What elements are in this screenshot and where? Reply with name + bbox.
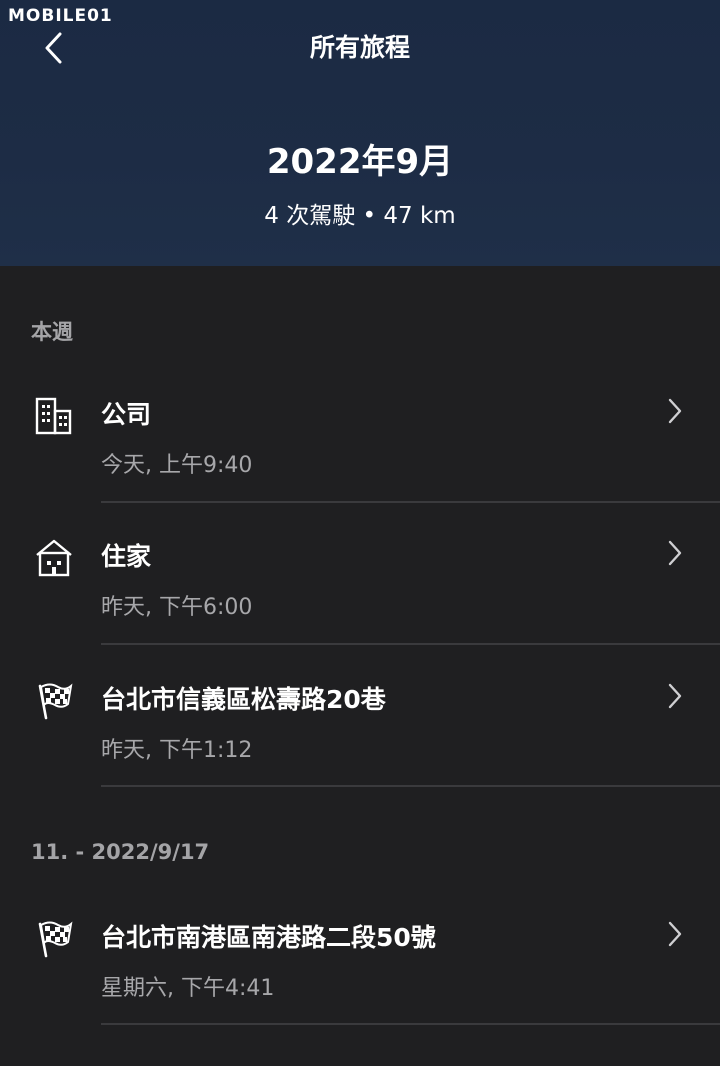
chevron-right-icon [668,921,682,947]
checkered-flag-icon [38,683,73,720]
trip-row[interactable]: 台北市信義區松壽路20巷 昨天, 下午1:12 [0,680,720,822]
trip-destination: 台北市南港區南港路二段50號 [101,923,436,952]
page-title: 所有旅程 [309,33,410,62]
trip-row[interactable]: 公司 今天, 上午9:40 [0,395,720,537]
trip-row[interactable]: 住家 昨天, 下午6:00 [0,537,720,679]
trip-time: 今天, 上午9:40 [101,453,253,478]
month-title: 2022年9月 [266,142,454,182]
chevron-right-icon [668,398,682,424]
chevron-right-icon [668,683,682,709]
trip-destination: 公司 [101,400,152,429]
trip-destination: 住家 [101,542,152,571]
row-divider [101,785,720,787]
watermark-logo: MOBILE01 [8,6,113,26]
home-icon [36,539,72,577]
trip-row[interactable]: 台北市南港區南港路二段50號 星期六, 下午4:41 [0,918,720,1060]
section-header-week-range: 11. - 2022/9/17 [31,840,210,864]
trip-time: 昨天, 下午6:00 [101,595,253,620]
row-divider [101,643,720,645]
trip-summary: 4 次駕駛 • 47 km [264,203,456,229]
checkered-flag-icon [38,921,73,958]
row-divider [101,1023,720,1025]
section-header-this-week: 本週 [31,320,73,344]
trip-destination: 台北市信義區松壽路20巷 [101,685,386,714]
row-divider [101,501,720,503]
chevron-right-icon [668,540,682,566]
trip-time: 星期六, 下午4:41 [101,976,275,1001]
trip-time: 昨天, 下午1:12 [101,738,253,763]
office-building-icon [35,397,72,435]
header-banner: MOBILE01 所有旅程 2022年9月 4 次駕駛 • 47 km [0,0,720,266]
